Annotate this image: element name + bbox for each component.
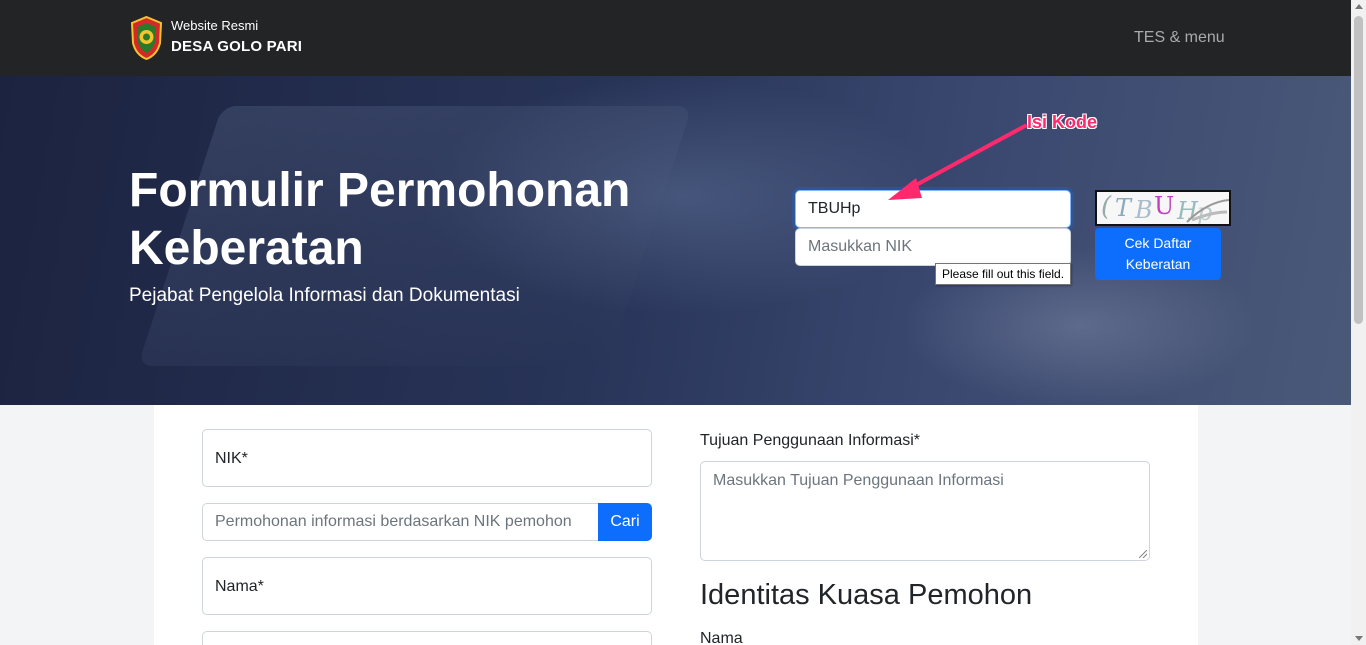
nama-field[interactable]: Nama*: [202, 557, 652, 615]
tujuan-textarea[interactable]: Masukkan Tujuan Penggunaan Informasi: [700, 461, 1150, 561]
nik-search-group: Permohonan informasi berdasarkan NIK pem…: [202, 503, 652, 541]
annotation-arrow-icon: [888, 124, 1027, 200]
hero-banner: Formulir Permohonan Keberatan Pejabat Pe…: [0, 76, 1351, 405]
tujuan-label: Tujuan Penggunaan Informasi*: [700, 432, 920, 449]
search-button[interactable]: Cari: [598, 503, 652, 541]
nav-menu-link[interactable]: TES & menu: [1134, 29, 1225, 47]
resize-grip-icon[interactable]: [1139, 550, 1147, 558]
kuasa-nama-label: Nama: [700, 630, 743, 645]
brand[interactable]: Website Resmi DESA GOLO PARI: [129, 15, 302, 61]
nik-search-input[interactable]: Permohonan informasi berdasarkan NIK pem…: [202, 503, 598, 541]
next-field[interactable]: [202, 631, 652, 645]
scroll-down-icon[interactable]: [1355, 636, 1363, 641]
village-crest-logo-icon: [130, 15, 163, 61]
brand-title: DESA GOLO PARI: [171, 38, 303, 55]
scroll-up-icon[interactable]: [1355, 4, 1363, 9]
scroll-thumb[interactable]: [1354, 16, 1363, 324]
navbar: Website Resmi DESA GOLO PARI TES & menu: [0, 0, 1351, 76]
page-scrollbar[interactable]: [1351, 0, 1366, 645]
tujuan-placeholder: Masukkan Tujuan Penggunaan Informasi: [713, 472, 1004, 489]
nik-field[interactable]: NIK*: [202, 429, 652, 487]
brand-subtitle: Website Resmi: [171, 18, 259, 33]
section-heading-kuasa: Identitas Kuasa Pemohon: [700, 579, 1033, 611]
